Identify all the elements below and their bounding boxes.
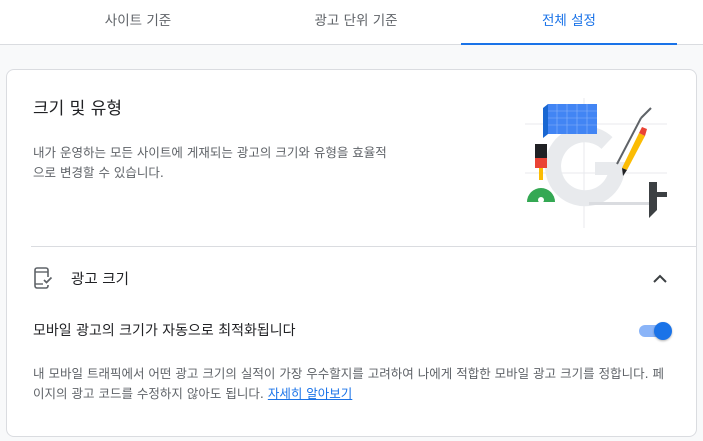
toggle-thumb [654,322,672,340]
chevron-up-icon[interactable] [650,269,670,289]
size-type-card: 크기 및 유형 내가 운영하는 모든 사이트에 게재되는 광고의 크기와 유형을… [6,69,697,437]
learn-more-link[interactable]: 자세히 알아보기 [268,386,352,401]
help-text-block: 내 모바일 트래픽에서 어떤 광고 크기의 실적이 가장 우수할지를 고려하여 … [33,364,673,404]
divider [31,246,696,247]
design-tools-illustration [525,98,667,228]
tab-ad-unit[interactable]: 광고 단위 기준 [236,0,476,45]
section-title: 광고 크기 [71,272,129,288]
toggle-label: 모바일 광고의 크기가 자동으로 최적화됩니다 [33,323,296,339]
tab-site[interactable]: 사이트 기준 [18,0,258,45]
tab-global-settings[interactable]: 전체 설정 [461,0,677,45]
card-description: 내가 운영하는 모든 사이트에 게재되는 광고의 크기와 유형을 효율적으로 변… [33,145,387,180]
auto-size-toggle[interactable] [637,322,672,340]
tab-bar: 사이트 기준 광고 단위 기준 전체 설정 [0,0,703,45]
card-title: 크기 및 유형 [33,99,123,119]
mobile-check-icon [34,267,53,289]
